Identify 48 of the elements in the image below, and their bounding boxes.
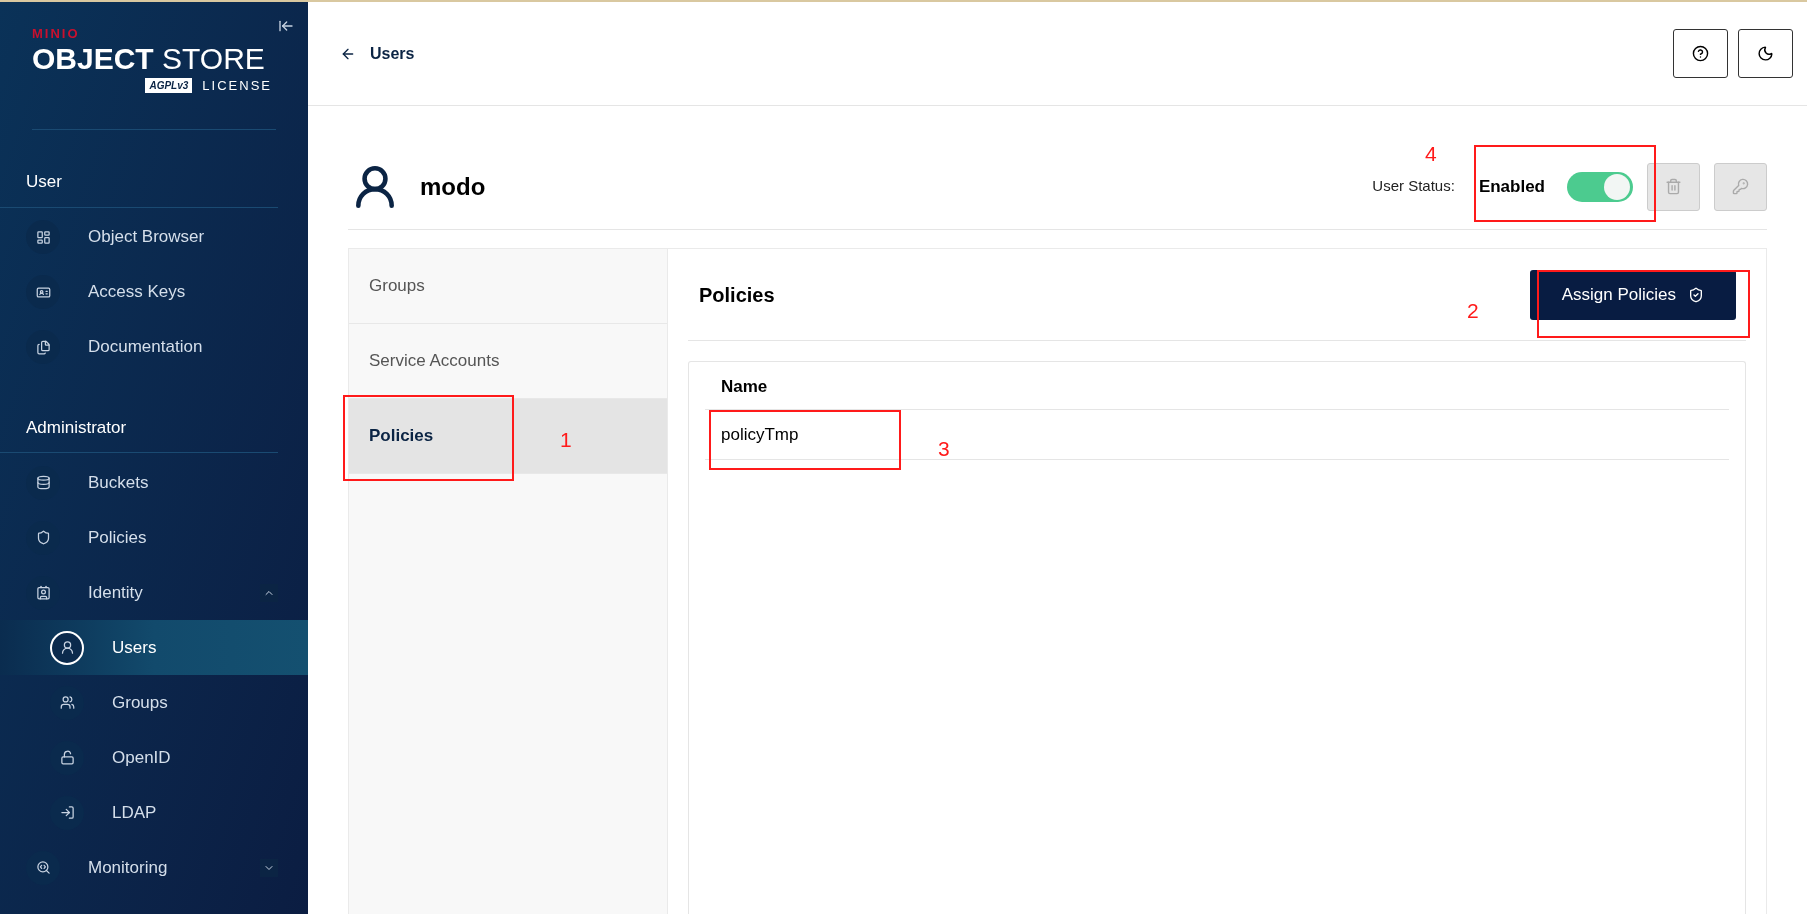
- nav-item[interactable]: OpenID: [50, 740, 278, 775]
- section-title: Administrator: [0, 414, 278, 453]
- column-header: Name: [721, 375, 768, 398]
- tab[interactable]: Groups: [349, 249, 667, 324]
- user-icon: [59, 640, 75, 655]
- nav-item[interactable]: Identity: [26, 575, 278, 610]
- dark-mode-button[interactable]: [1738, 29, 1793, 78]
- annotation-number: 4: [1425, 141, 1437, 167]
- status-label: User Status:: [1372, 176, 1455, 197]
- nav-item[interactable]: Monitoring: [26, 850, 278, 885]
- expand-toggle[interactable]: [260, 858, 278, 877]
- people-icon: [59, 695, 75, 710]
- nav-item[interactable]: LDAP: [50, 795, 278, 830]
- nav-item[interactable]: Access Keys: [26, 275, 278, 309]
- key-icon: [1732, 178, 1749, 195]
- documents-icon: [35, 339, 51, 355]
- user-name: modo: [420, 171, 486, 202]
- annotation-number: 2: [1467, 298, 1479, 324]
- nav-item[interactable]: Buckets: [26, 465, 278, 500]
- nav-item[interactable]: Documentation: [26, 330, 278, 364]
- help-button[interactable]: [1673, 29, 1728, 78]
- nav-item[interactable]: Object Browser: [26, 220, 278, 254]
- status-value: Enabled: [1478, 175, 1545, 198]
- id-card-icon: [35, 585, 51, 600]
- trash-icon: [1665, 178, 1682, 195]
- help-icon: [1692, 45, 1709, 62]
- delete-button[interactable]: [1647, 162, 1700, 211]
- section-title: User: [0, 169, 278, 208]
- nav-item[interactable]: Policies: [26, 520, 278, 555]
- grid-icon: [35, 229, 51, 245]
- shield-icon: [35, 530, 51, 545]
- enter-icon: [59, 805, 75, 820]
- status-switch[interactable]: [1567, 171, 1633, 202]
- back-link[interactable]: Users: [340, 41, 415, 66]
- shield-icon: [1688, 286, 1704, 303]
- nav-item[interactable]: Groups: [50, 685, 278, 720]
- annotation-number: 1: [560, 427, 572, 453]
- lock-icon: [59, 750, 75, 765]
- assign-policies-button[interactable]: Assign Policies: [1529, 269, 1736, 320]
- collapse-icon[interactable]: [278, 18, 294, 34]
- logo: MINIO OBJECT STORE AGPLv3 LICENSE: [32, 25, 272, 95]
- id-card-icon: [35, 284, 51, 300]
- bucket-icon: [35, 475, 51, 490]
- moon-icon: [1757, 45, 1774, 62]
- magnifier-icon: [35, 860, 51, 875]
- annotation-number: 3: [938, 436, 950, 462]
- table-cell[interactable]: policyTmp: [721, 421, 799, 448]
- panel-title: Policies: [699, 282, 775, 308]
